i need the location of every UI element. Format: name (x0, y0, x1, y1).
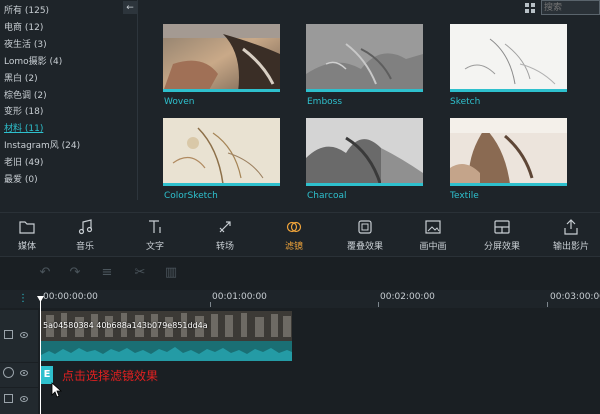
split-screen-icon (494, 220, 510, 234)
music-icon (78, 219, 93, 235)
tab-label: 分屏效果 (483, 242, 520, 252)
collapse-sidebar-button[interactable]: ← (123, 1, 137, 14)
category-sidebar: 所有 (125) 电商 (12) 夜生活 (3) Lomo摄影 (4) 黑白 (… (0, 0, 122, 200)
effect-thumb-sketch[interactable] (450, 24, 567, 92)
tab-label: 输出影片 (552, 242, 589, 252)
category-black-white[interactable]: 黑白 (2) (4, 71, 38, 84)
effect-thumb-emboss[interactable] (306, 24, 423, 92)
timeline-toolbar (0, 256, 600, 292)
effect-label-sketch: Sketch (450, 97, 481, 107)
effect-thumb-textile[interactable] (450, 118, 567, 186)
export-icon (564, 219, 578, 235)
clip-name: 5a04580384 40b688a143b079e851dd4a (43, 321, 208, 330)
category-instagram[interactable]: Instagram风 (24) (4, 138, 80, 151)
annotation-text: 点击选择滤镜效果 (62, 369, 159, 383)
tab-label: 覆叠效果 (346, 242, 383, 252)
overlay-icon (358, 220, 372, 234)
sidebar-divider (137, 0, 138, 200)
ruler-tick (378, 302, 379, 307)
eye-icon[interactable] (20, 332, 28, 338)
category-lomo[interactable]: Lomo摄影 (4) (4, 54, 62, 67)
tab-label: 画中画 (419, 242, 447, 252)
category-nightlife[interactable]: 夜生活 (3) (4, 37, 47, 50)
cut-icon[interactable]: ✂ (133, 266, 147, 280)
cursor-icon (51, 382, 63, 398)
tab-split-screen[interactable]: 分屏效果 (467, 213, 537, 255)
video-track-icon (4, 330, 13, 339)
redo-icon[interactable]: ↷ (68, 266, 82, 280)
category-all[interactable]: 所有 (125) (4, 3, 49, 16)
pip-icon (425, 220, 441, 234)
text-icon (149, 220, 161, 233)
transition-icon (219, 221, 231, 233)
undo-icon[interactable]: ↶ (38, 266, 52, 280)
tab-overlay[interactable]: 覆叠效果 (330, 213, 400, 255)
effect-thumb-woven[interactable] (163, 24, 280, 92)
ruler-label: 00:00:00:00 (43, 292, 98, 302)
tab-text[interactable]: 文字 (120, 213, 190, 255)
tab-filter[interactable]: 滤镜 (259, 213, 329, 255)
category-sepia[interactable]: 棕色调 (2) (4, 88, 47, 101)
tab-music[interactable]: 音乐 (50, 213, 120, 255)
ruler-tick (210, 302, 211, 307)
tab-label: 文字 (145, 242, 164, 252)
effect-label-colorsketch: ColorSketch (164, 191, 218, 201)
ruler-label: 00:01:00:00 (212, 292, 267, 302)
effect-track-icon (3, 367, 14, 378)
tab-label: 音乐 (75, 242, 94, 252)
eye-icon[interactable] (20, 370, 28, 376)
category-favorites[interactable]: 最爱 (0) (4, 172, 38, 185)
category-material[interactable]: 材料 (11) (4, 121, 43, 134)
playhead[interactable] (40, 296, 41, 414)
ruler-label: 00:02:00:00 (380, 292, 435, 302)
adjust-icon[interactable]: ≡ (100, 266, 114, 280)
delete-icon[interactable]: ▥ (164, 266, 178, 280)
overlay-track-icon (4, 394, 13, 403)
folder-icon (19, 221, 35, 234)
effect-label-charcoal: Charcoal (307, 191, 347, 201)
effect-thumb-charcoal[interactable] (306, 118, 423, 186)
search-input[interactable] (541, 0, 600, 15)
main-toolbar: 媒体 音乐 文字 转场 滤镜 覆叠效果 画中画 分屏效果 输出影片 (0, 212, 600, 254)
tab-picture-in-picture[interactable]: 画中画 (398, 213, 468, 255)
grid-view-icon[interactable] (525, 3, 535, 13)
tab-label: 滤镜 (284, 242, 303, 252)
tab-label: 转场 (215, 242, 234, 252)
eye-icon[interactable] (20, 396, 28, 402)
effect-thumb-colorsketch[interactable] (163, 118, 280, 186)
ruler-label: 00:03:00:00 (550, 292, 600, 302)
snap-icon[interactable]: ⋮ (16, 292, 30, 306)
video-clip[interactable]: 5a04580384 40b688a143b079e851dd4a (41, 311, 292, 361)
effect-label-emboss: Emboss (307, 97, 343, 107)
filter-icon (286, 221, 302, 233)
category-ecommerce[interactable]: 电商 (12) (4, 20, 43, 33)
tab-transition[interactable]: 转场 (190, 213, 260, 255)
category-distortion[interactable]: 变形 (18) (4, 104, 43, 117)
effect-label-woven: Woven (164, 97, 195, 107)
ruler-tick (547, 302, 548, 307)
category-vintage[interactable]: 老旧 (49) (4, 155, 43, 168)
effect-label-textile: Textile (450, 191, 479, 201)
tab-export[interactable]: 输出影片 (536, 213, 600, 255)
